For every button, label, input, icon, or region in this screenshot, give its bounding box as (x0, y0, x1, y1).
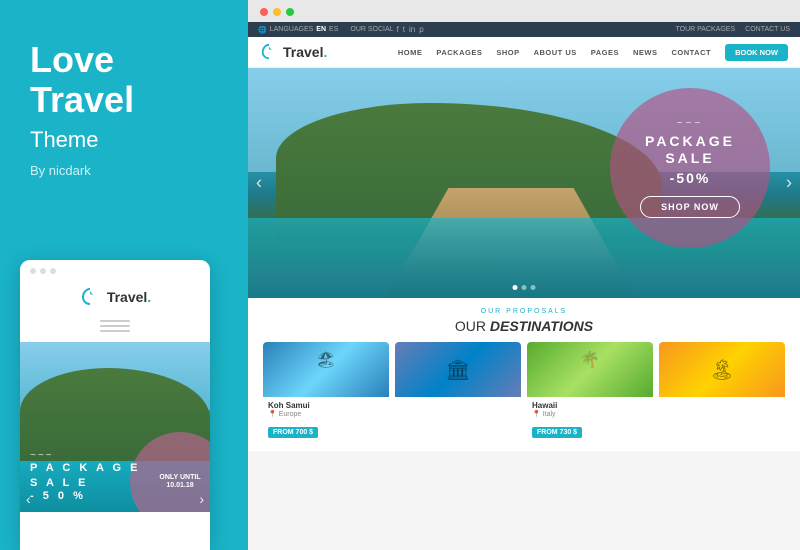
mobile-logo-text: Travel. (107, 289, 151, 305)
nav-home[interactable]: HOME (398, 48, 423, 57)
dest-region-icon-3: 📍 (532, 410, 541, 418)
left-title: LoveTravel (30, 40, 218, 119)
utility-lang-en[interactable]: EN (316, 26, 326, 33)
pinterest-icon[interactable]: p (419, 25, 423, 34)
dest-card-hawaii[interactable]: 🌴 Hawaii 📍 Italy FROM 730 $ (527, 342, 653, 443)
dest-img-koh-samui: 🏖 (263, 342, 389, 397)
dest-card-koh-samui[interactable]: 🏖 Koh Samui 📍 Europe FROM 700 $ (263, 342, 389, 443)
left-panel: LoveTravel Theme By nicdark Travel. (0, 0, 248, 550)
mobile-dots (30, 268, 200, 274)
linkedin-icon[interactable]: in (409, 25, 415, 34)
dest-card-body-1: Koh Samui 📍 Europe FROM 700 $ (263, 397, 389, 443)
palm-icon-1: 🏖 (316, 350, 336, 370)
mobile-dot-3 (50, 268, 56, 274)
hero-dot-2[interactable] (522, 285, 527, 290)
section-title: OUR DESTINATIONS (263, 318, 785, 334)
mobile-top-bar: Travel. (20, 260, 210, 342)
hero-package-text: PACKAGESALE (645, 133, 735, 167)
nav-links: HOME PACKAGES SHOP ABOUT US PAGES NEWS C… (398, 44, 788, 61)
nav-logo-text: Travel. (283, 44, 327, 60)
hero-slide-dots (513, 285, 536, 290)
nav-about[interactable]: ABOUT US (534, 48, 577, 57)
dest-icon-2: 🏛 (445, 357, 470, 382)
mobile-nav-arrows: ‹ › (20, 491, 210, 507)
dest-card-body-2: FROM 700 $ (395, 397, 521, 426)
mobile-hero: ONLY UNTIL10.01.18 ~~~ P A C K A G ES A … (20, 342, 210, 512)
dest-img-hawaii: 🌴 (527, 342, 653, 397)
dest-name-3: Hawaii (532, 401, 648, 410)
mobile-wave-icon: ~~~ (30, 450, 141, 461)
utility-contact[interactable]: CONTACT US (745, 26, 790, 33)
dest-region-1: 📍 Europe (268, 410, 384, 418)
utility-languages: 🌐 LANGUAGES EN ES (258, 26, 338, 34)
utility-social: OUR SOCIAL f t in p (350, 25, 423, 34)
twitter-icon[interactable]: t (403, 25, 405, 34)
utility-lang-es[interactable]: ES (329, 26, 338, 33)
dest-region-icon-1: 📍 (268, 410, 277, 418)
dest-img-4: 🏝 (659, 342, 785, 397)
browser-dot-maximize[interactable] (286, 8, 294, 16)
hero-wave-icon: ~~~ (677, 118, 704, 129)
left-subtitle: Theme (30, 127, 218, 153)
browser-dot-close[interactable] (260, 8, 268, 16)
nav-packages[interactable]: PACKAGES (436, 48, 482, 57)
mobile-package-text: P A C K A G ES A L E (30, 461, 141, 490)
utility-left: 🌐 LANGUAGES EN ES OUR SOCIAL f t in p (258, 25, 424, 34)
mobile-dot-2 (40, 268, 46, 274)
mobile-dot-1 (30, 268, 36, 274)
website-frame: 🌐 LANGUAGES EN ES OUR SOCIAL f t in p TO (248, 22, 800, 550)
utility-bar: 🌐 LANGUAGES EN ES OUR SOCIAL f t in p TO (248, 22, 800, 37)
dest-card-body-4: FROM 700 $ (659, 397, 785, 426)
hero-dot-3[interactable] (531, 285, 536, 290)
dest-icon-4: 🏝 (709, 357, 734, 382)
destinations-grid: 🏖 Koh Samui 📍 Europe FROM 700 $ 🏛 (263, 342, 785, 443)
hero-arrow-left[interactable]: ‹ (256, 173, 262, 194)
browser-dot-minimize[interactable] (273, 8, 281, 16)
mobile-logo-row: Travel. (30, 282, 200, 312)
dest-region-3: 📍 Italy (532, 410, 648, 418)
right-panel: 🌐 LANGUAGES EN ES OUR SOCIAL f t in p TO (248, 0, 800, 550)
utility-tour-packages[interactable]: TOUR PACKAGES (675, 26, 735, 33)
nav-pages[interactable]: PAGES (591, 48, 619, 57)
hero-dot-1[interactable] (513, 285, 518, 290)
mobile-arrow-left[interactable]: ‹ (26, 491, 31, 507)
dest-card-4[interactable]: 🏝 FROM 700 $ (659, 342, 785, 443)
mobile-logo-icon (79, 286, 101, 308)
browser-chrome (248, 0, 800, 22)
hero-arrow-right[interactable]: › (786, 173, 792, 194)
dest-price-1: FROM 700 $ (268, 427, 318, 438)
section-proposals-label: OUR PROPOSALS (263, 308, 785, 315)
utility-social-icons: f t in p (397, 25, 424, 34)
palm-icon-3: 🌴 (580, 350, 600, 370)
section-title-bold: DESTINATIONS (490, 318, 593, 334)
destinations-section: OUR PROPOSALS OUR DESTINATIONS 🏖 Koh Sam… (248, 298, 800, 451)
hero-section: ~~~ PACKAGESALE -50% SHOP NOW ‹ › (248, 68, 800, 298)
mobile-mockup: Travel. ONLY UNTIL10.01.18 ~~~ P A C K A… (20, 260, 210, 550)
dest-price-3: FROM 730 $ (532, 427, 582, 438)
mobile-menu-icon (30, 316, 200, 336)
nav-logo-icon (260, 43, 278, 61)
main-nav: Travel. HOME PACKAGES SHOP ABOUT US PAGE… (248, 37, 800, 68)
facebook-icon[interactable]: f (397, 25, 399, 34)
nav-news[interactable]: NEWS (633, 48, 658, 57)
utility-right: TOUR PACKAGES CONTACT US (675, 26, 790, 33)
left-by: By nicdark (30, 163, 218, 178)
dest-img-2: 🏛 (395, 342, 521, 397)
utility-our-social-label: OUR SOCIAL (350, 26, 393, 33)
nav-contact[interactable]: CONTACT (671, 48, 711, 57)
mobile-only-until: ONLY UNTIL10.01.18 (159, 474, 200, 491)
hero-sale-circle: ~~~ PACKAGESALE -50% SHOP NOW (610, 88, 770, 248)
hero-discount-text: -50% (670, 170, 711, 186)
utility-languages-label: LANGUAGES (270, 26, 314, 33)
browser-dots (260, 8, 788, 16)
nav-logo[interactable]: Travel. (260, 43, 327, 61)
mobile-arrow-right[interactable]: › (199, 491, 204, 507)
nav-shop[interactable]: SHOP (496, 48, 519, 57)
shop-now-button[interactable]: SHOP NOW (640, 196, 740, 218)
dest-card-body-3: Hawaii 📍 Italy FROM 730 $ (527, 397, 653, 443)
nav-book-button[interactable]: BOOK NOW (725, 44, 788, 61)
dest-name-1: Koh Samui (268, 401, 384, 410)
dest-card-2[interactable]: 🏛 FROM 700 $ (395, 342, 521, 443)
